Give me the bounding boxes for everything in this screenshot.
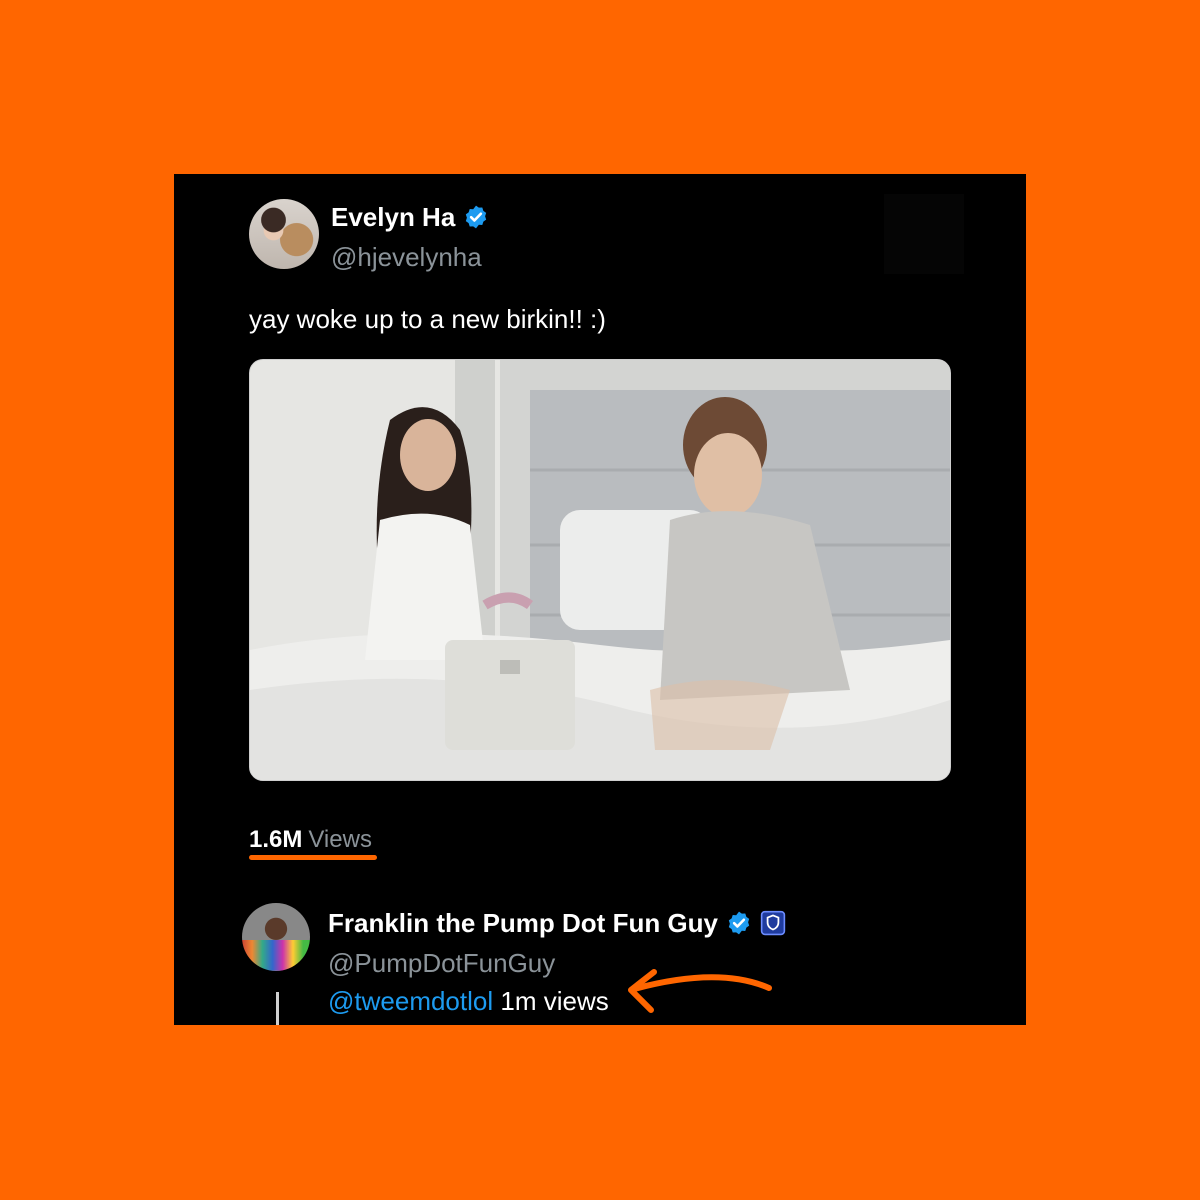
author-handle[interactable]: @hjevelynha [331, 242, 482, 273]
tweet-text: yay woke up to a new birkin!! :) [249, 304, 606, 334]
photo-illustration [250, 360, 950, 780]
reply-author-name-row[interactable]: Franklin the Pump Dot Fun Guy [328, 908, 786, 943]
author-name-row[interactable]: Evelyn Ha [331, 202, 489, 237]
mention-link[interactable]: @tweemdotlol [328, 986, 493, 1016]
reply-text: @tweemdotlol 1m views [328, 986, 609, 1017]
verified-badge-icon [726, 910, 752, 943]
views-label: Views [308, 826, 372, 853]
reply-author-name[interactable]: Franklin the Pump Dot Fun Guy [328, 908, 718, 938]
shield-badge-icon[interactable] [760, 910, 786, 943]
author-avatar[interactable] [249, 199, 319, 269]
tweet-screenshot-panel: Evelyn Ha @hjevelynha yay woke up to a n… [174, 174, 1026, 1025]
views-highlight-underline [249, 855, 377, 860]
background-shape [884, 194, 964, 274]
reply-body: 1m views [500, 986, 609, 1016]
reply-author-avatar[interactable] [242, 903, 310, 971]
views-count: 1.6M [249, 826, 303, 853]
verified-badge-icon [463, 204, 489, 237]
curved-arrow-left-icon [619, 964, 779, 1025]
views-stat[interactable]: 1.6M Views [249, 826, 372, 854]
tweet-media-photo[interactable] [249, 359, 951, 781]
reply-author-handle[interactable]: @PumpDotFunGuy [328, 948, 555, 979]
thread-connector-line [276, 992, 279, 1025]
author-name[interactable]: Evelyn Ha [331, 202, 455, 232]
